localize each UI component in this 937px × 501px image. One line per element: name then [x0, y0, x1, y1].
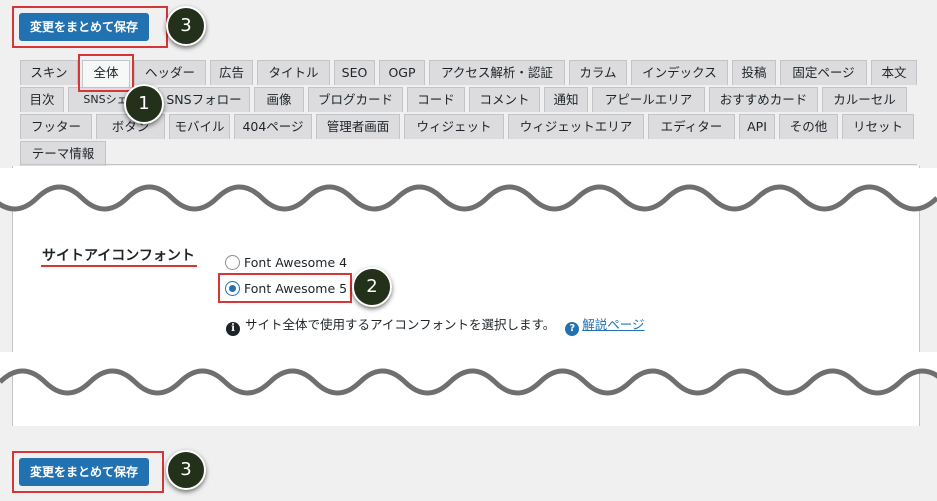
tab-comment[interactable]: コメント — [469, 87, 540, 112]
tab-appeal-area[interactable]: アピールエリア — [592, 87, 705, 112]
tab-notice[interactable]: 通知 — [544, 87, 588, 112]
tab-code[interactable]: コード — [407, 87, 465, 112]
setting-label: サイトアイコンフォント — [42, 248, 195, 264]
tab-theme-info[interactable]: テーマ情報 — [20, 141, 106, 166]
step-badge-3-bottom: 3 — [166, 450, 206, 490]
radio-font-awesome-4[interactable] — [225, 255, 240, 270]
tab-api[interactable]: API — [739, 114, 775, 139]
tab-recommend-card[interactable]: おすすめカード — [709, 87, 818, 112]
tab-sns-follow[interactable]: SNSフォロー — [158, 87, 250, 112]
help-link[interactable]: 解説ページ — [582, 317, 644, 332]
tab-post[interactable]: 投稿 — [732, 60, 776, 85]
highlight-frame-save-bottom — [12, 451, 164, 493]
tab-title[interactable]: タイトル — [257, 60, 330, 85]
tab-carousel[interactable]: カルーセル — [822, 87, 907, 112]
tab-analytics[interactable]: アクセス解析・認証 — [429, 60, 565, 85]
tab-widget-area[interactable]: ウィジェットエリア — [508, 114, 644, 139]
step-badge-3-top: 3 — [166, 6, 206, 46]
tab-ogp[interactable]: OGP — [379, 60, 425, 85]
setting-description-row: i サイト全体で使用するアイコンフォントを選択します。? 解説ページ — [226, 314, 645, 336]
radio-label-font-awesome-4[interactable]: Font Awesome 4 — [244, 255, 347, 270]
highlight-frame-save-top — [12, 6, 168, 48]
tab-seo[interactable]: SEO — [334, 60, 375, 85]
tab-column[interactable]: カラム — [569, 60, 627, 85]
tab-404[interactable]: 404ページ — [234, 114, 312, 139]
wave-cut-top — [0, 168, 937, 212]
tab-admin[interactable]: 管理者画面 — [316, 114, 400, 139]
setting-description: サイト全体で使用するアイコンフォントを選択します。 — [245, 317, 556, 332]
tab-page[interactable]: 固定ページ — [780, 60, 867, 85]
tab-widget[interactable]: ウィジェット — [404, 114, 504, 139]
tab-footer[interactable]: フッター — [20, 114, 92, 139]
info-icon: i — [226, 322, 240, 336]
tab-other[interactable]: その他 — [779, 114, 838, 139]
step-badge-2: 2 — [352, 267, 392, 307]
tab-skin[interactable]: スキン — [20, 60, 78, 85]
highlight-frame-tab — [78, 54, 134, 92]
tab-ads[interactable]: 広告 — [210, 60, 253, 85]
tab-editor[interactable]: エディター — [648, 114, 735, 139]
tab-mobile[interactable]: モバイル — [169, 114, 230, 139]
wave-cut-bottom — [0, 352, 937, 396]
tab-reset[interactable]: リセット — [842, 114, 914, 139]
tabs-base-line — [20, 164, 917, 165]
tab-blogcard[interactable]: ブログカード — [308, 87, 403, 112]
tab-index[interactable]: インデックス — [631, 60, 728, 85]
step-badge-1: 1 — [124, 84, 164, 124]
tab-body[interactable]: 本文 — [871, 60, 917, 85]
setting-label-underline — [41, 265, 197, 267]
tab-image[interactable]: 画像 — [254, 87, 304, 112]
help-icon: ? — [565, 322, 580, 336]
tab-header[interactable]: ヘッダー — [134, 60, 206, 85]
highlight-frame-option — [218, 273, 352, 303]
tab-toc[interactable]: 目次 — [20, 87, 64, 112]
